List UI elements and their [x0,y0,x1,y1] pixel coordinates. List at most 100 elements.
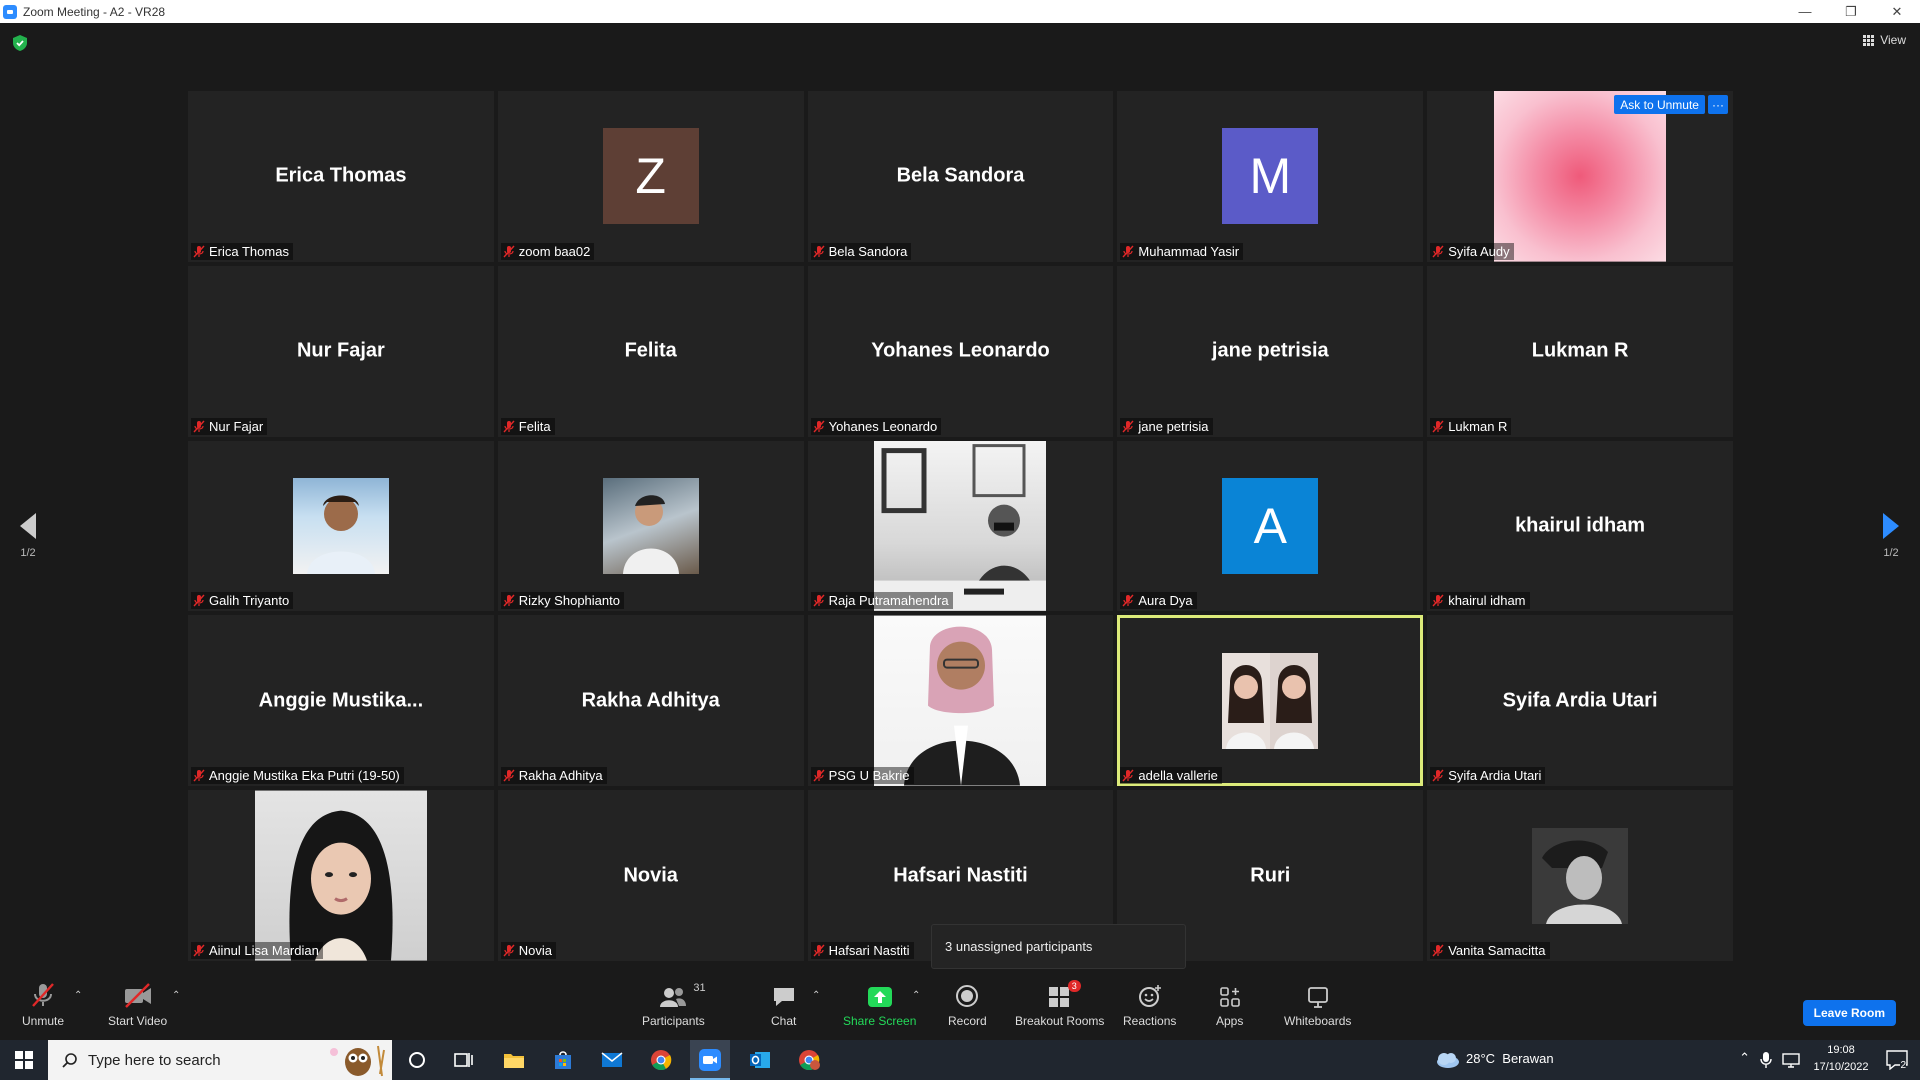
participant-tile[interactable]: Aiinul Lisa Mardian [188,790,494,961]
participant-nameplate: zoom baa02 [500,242,595,260]
encryption-shield-icon[interactable] [12,34,28,52]
muted-mic-icon [503,769,515,782]
participant-tile[interactable]: Raja Putramahendra [807,440,1114,612]
participant-nameplate: Raja Putramahendra [810,592,953,610]
person-video-icon [874,444,1047,611]
participant-tile[interactable]: Nur Fajar Nur Fajar [188,265,494,437]
start-video-button[interactable]: Start Video [108,982,167,1028]
participant-name: Felita [518,418,551,434]
restore-button[interactable]: ❐ [1828,0,1874,23]
participant-tile[interactable]: Galih Triyanto [188,440,494,612]
meeting-area: View 1/2 1/2 Erica Thomas Erica Thomas Z… [0,23,1920,980]
participants-button[interactable]: 31 Participants [642,982,706,1028]
mail-envelope-icon [601,1052,623,1067]
zoom-taskbar-item-active[interactable] [690,1040,730,1080]
chevron-right-icon [1883,513,1899,539]
more-options-button[interactable]: ··· [1707,95,1728,114]
participant-tile[interactable]: Ask to Unmute ··· Syifa Audy [1427,91,1733,262]
breakout-rooms-button[interactable]: 3 Breakout Rooms [1015,980,1104,1028]
participant-video [874,440,1047,612]
muted-mic-icon [1122,769,1134,782]
video-options-caret[interactable]: ⌃ [172,990,180,1001]
share-screen-button[interactable]: Share Screen [843,982,916,1028]
network-icon[interactable] [1782,1052,1800,1068]
cortana-button[interactable] [403,1046,431,1074]
record-button[interactable]: Record [948,982,987,1028]
microphone-icon[interactable] [1760,1051,1772,1069]
participants-label: Participants [642,1014,705,1028]
participant-nameplate: khairul idham [1430,592,1530,610]
participant-tile[interactable]: Novia Novia [497,790,804,961]
previous-page-button[interactable]: 1/2 [8,513,48,559]
participant-display-name: Yohanes Leonardo [871,339,1050,362]
outlook-button[interactable] [746,1046,774,1074]
clock-date[interactable]: 17/10/2022 [1810,1061,1872,1073]
unmute-button[interactable]: Unmute [22,982,64,1028]
reactions-button[interactable]: Reactions [1123,982,1176,1028]
participant-tile[interactable]: Z zoom baa02 [497,91,804,262]
taskbar-search-input[interactable]: Type here to search [48,1040,392,1080]
participant-tile[interactable]: A Aura Dya [1117,440,1424,612]
chrome-profile-button[interactable] [795,1046,823,1074]
windows-start-button[interactable] [10,1046,38,1074]
person-photo-icon [1532,827,1629,924]
participant-name: zoom baa02 [518,243,591,259]
search-placeholder: Type here to search [88,1051,221,1069]
chat-button[interactable]: Chat [771,982,796,1028]
apps-button[interactable]: Apps [1216,982,1243,1028]
participant-tile[interactable]: Rakha Adhitya Rakha Adhitya [497,615,804,787]
grid-view-icon [1863,34,1875,46]
muted-mic-icon [1432,944,1444,957]
chat-options-caret[interactable]: ⌃ [812,990,820,1001]
microsoft-store-button[interactable] [549,1046,577,1074]
participant-tile[interactable]: Erica Thomas Erica Thomas [188,91,494,262]
minimize-button[interactable]: — [1782,0,1828,23]
muted-mic-icon [503,245,515,258]
participant-tile-active-speaker[interactable]: adella vallerie [1117,615,1424,787]
clock-time[interactable]: 19:08 [1810,1044,1872,1056]
participant-tile[interactable]: PSG U Bakrie [807,615,1114,787]
participant-tile[interactable]: Vanita Samacitta [1427,790,1733,961]
participant-tile[interactable]: jane petrisia jane petrisia [1117,265,1424,437]
participant-tile[interactable]: M Muhammad Yasir [1117,91,1424,262]
participant-display-name: Novia [623,864,678,887]
next-page-button[interactable]: 1/2 [1871,513,1911,559]
participant-tile[interactable]: Yohanes Leonardo Yohanes Leonardo [807,265,1114,437]
participant-tile[interactable]: Lukman R Lukman R [1427,265,1733,437]
participant-name: adella vallerie [1138,768,1218,784]
chrome-button[interactable] [647,1046,675,1074]
mail-button[interactable] [598,1046,626,1074]
share-screen-icon [867,987,892,1007]
record-label: Record [948,1014,987,1028]
view-label: View [1880,33,1906,47]
participant-nameplate: adella vallerie [1120,767,1222,785]
muted-mic-icon [193,944,205,957]
file-explorer-button[interactable] [500,1046,528,1074]
ask-to-unmute-button[interactable]: Ask to Unmute [1614,95,1705,114]
window-titlebar: Zoom Meeting - A2 - VR28 — ❐ ✕ [0,0,1920,23]
gallery-grid: Erica Thomas Erica Thomas Z zoom baa02 B… [188,91,1733,961]
participant-name: Erica Thomas [209,243,289,259]
close-button[interactable]: ✕ [1874,0,1920,23]
participant-nameplate: Yohanes Leonardo [810,417,942,435]
participant-name: Aiinul Lisa Mardian [209,943,319,958]
participant-tile[interactable]: Syifa Ardia Utari Syifa Ardia Utari [1427,615,1733,787]
participant-tile[interactable]: Anggie Mustika... Anggie Mustika Eka Put… [188,615,494,787]
muted-mic-icon [1432,245,1444,258]
meeting-toolbar: Unmute ⌃ Start Video ⌃ 31 Participants C… [0,980,1920,1040]
show-hidden-icons-chevron[interactable]: ⌃ [1739,1050,1750,1066]
audio-options-caret[interactable]: ⌃ [74,990,82,1001]
participant-tile[interactable]: khairul idham khairul idham [1427,440,1733,612]
chat-label: Chat [771,1014,797,1028]
weather-text[interactable]: 28°C Berawan [1466,1051,1708,1066]
participant-tile[interactable]: Bela Sandora Bela Sandora [807,91,1114,262]
participant-tile[interactable]: Felita Felita [497,265,804,437]
participant-tile[interactable]: Rizky Shophianto [497,440,804,612]
participant-video [254,790,427,961]
view-button[interactable]: View [1863,33,1906,47]
leave-room-button[interactable]: Leave Room [1802,1000,1896,1026]
task-view-button[interactable] [450,1046,478,1074]
muted-mic-icon [813,944,825,957]
whiteboards-button[interactable]: Whiteboards [1284,982,1351,1028]
share-options-caret[interactable]: ⌃ [912,990,920,1001]
